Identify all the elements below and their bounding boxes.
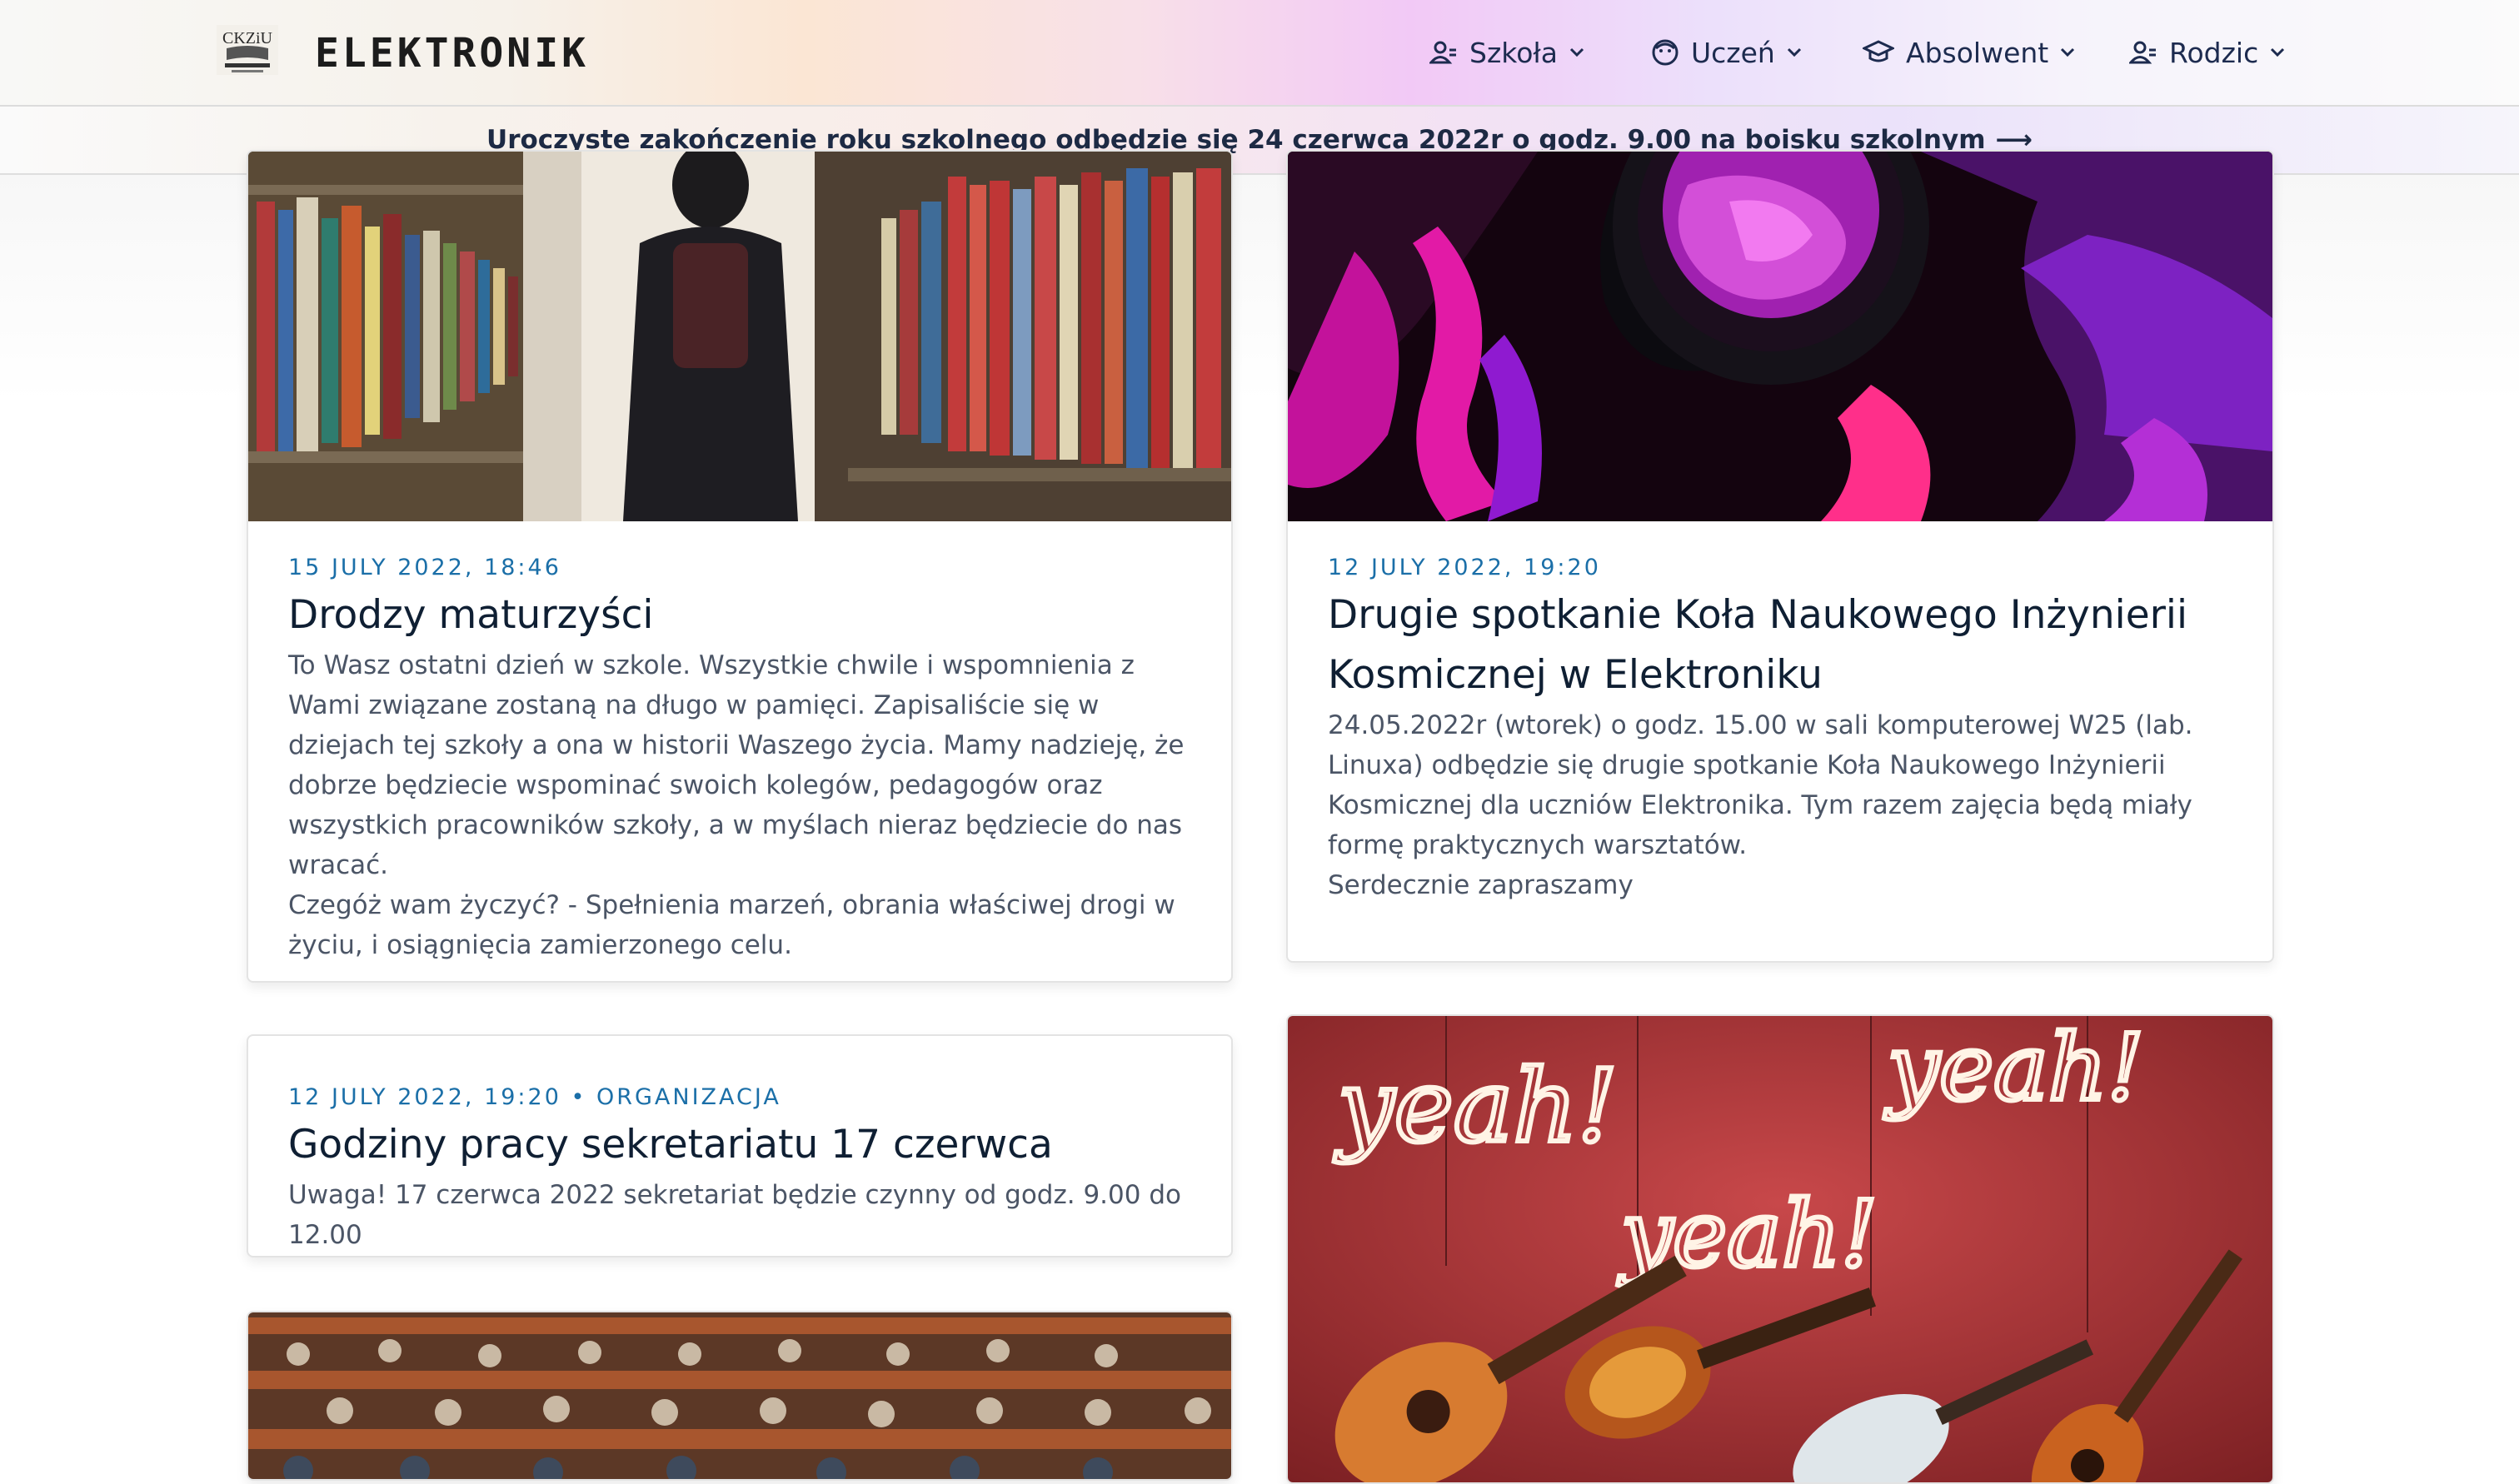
chevron-down-icon	[2271, 47, 2285, 57]
nav-label: Uczeń	[1691, 36, 1775, 69]
nav-item-uczen[interactable]: Uczeń	[1651, 32, 1802, 73]
chevron-down-icon	[2061, 47, 2075, 57]
post-image-cosmic	[1288, 152, 2272, 521]
post-date: 15 JULY 2022, 18:46	[288, 555, 561, 580]
post-image-library	[248, 152, 1231, 521]
post-card[interactable]	[247, 1311, 1233, 1481]
users-icon	[1429, 41, 1456, 64]
nav-item-rodzic[interactable]: Rodzic	[2129, 32, 2285, 73]
post-body: Uwaga! 17 czerwca 2022 sekretariat będzi…	[288, 1175, 1191, 1255]
post-date: 12 JULY 2022, 19:20	[1328, 555, 1601, 580]
post-paragraph: Serdecznie zapraszamy	[1328, 870, 1634, 900]
neon-word: yeah!	[1334, 1049, 1618, 1165]
post-title[interactable]: Drugie spotkanie Koła Naukowego Inżynier…	[1328, 585, 2232, 705]
post-body: To Wasz ostatni dzień w szkole. Wszystki…	[288, 645, 1191, 965]
post-body: 24.05.2022r (wtorek) o godz. 15.00 w sal…	[1328, 705, 2232, 905]
chevron-down-icon	[1787, 47, 1801, 57]
post-card[interactable]: 15 JULY 2022, 18:46 Drodzy maturzyści To…	[247, 150, 1233, 983]
post-card[interactable]: 12 JULY 2022, 19:20 Drugie spotkanie Koł…	[1286, 150, 2274, 963]
post-paragraph: To Wasz ostatni dzień w szkole. Wszystki…	[288, 650, 1185, 880]
nav-label: Rodzic	[2169, 36, 2259, 69]
svg-text:CKZiU: CKZiU	[222, 29, 273, 47]
post-card[interactable]: yeah! yeah! yeah!	[1286, 1014, 2274, 1484]
site-brand[interactable]: ELEKTRONIK	[315, 30, 589, 77]
site-header: CKZiU ELEKTRONIK Szkoła Uczeń Absolwent	[0, 0, 2519, 107]
nav-item-absolwent[interactable]: Absolwent	[1863, 32, 2075, 73]
nav-label: Absolwent	[1906, 36, 2049, 69]
user-icon	[2129, 41, 2156, 64]
post-title[interactable]: Drodzy maturzyści	[288, 585, 1191, 645]
neon-word: yeah!	[1883, 1016, 2144, 1121]
nav-item-szkola[interactable]: Szkoła	[1429, 32, 1584, 73]
post-card[interactable]: 12 JULY 2022, 19:20 • ORGANIZACJA Godzin…	[247, 1034, 1233, 1257]
school-logo[interactable]: CKZiU	[215, 23, 280, 77]
post-paragraph: 24.05.2022r (wtorek) o godz. 15.00 w sal…	[1328, 710, 2193, 860]
chevron-down-icon	[1569, 47, 1584, 57]
post-image-auditorium	[248, 1312, 1231, 1479]
nav-label: Szkoła	[1469, 36, 1558, 69]
post-title[interactable]: Godziny pracy sekretariatu 17 czerwca	[288, 1115, 1191, 1175]
post-paragraph: Czegóż wam życzyć? - Spełnienia marzeń, …	[288, 890, 1175, 960]
graduation-cap-icon	[1863, 40, 1894, 62]
post-paragraph: Uwaga! 17 czerwca 2022 sekretariat będzi…	[288, 1180, 1181, 1250]
face-icon	[1652, 39, 1679, 66]
post-date: 12 JULY 2022, 19:20 • ORGANIZACJA	[288, 1084, 781, 1110]
post-image-neon-guitars: yeah! yeah! yeah!	[1288, 1016, 2272, 1482]
